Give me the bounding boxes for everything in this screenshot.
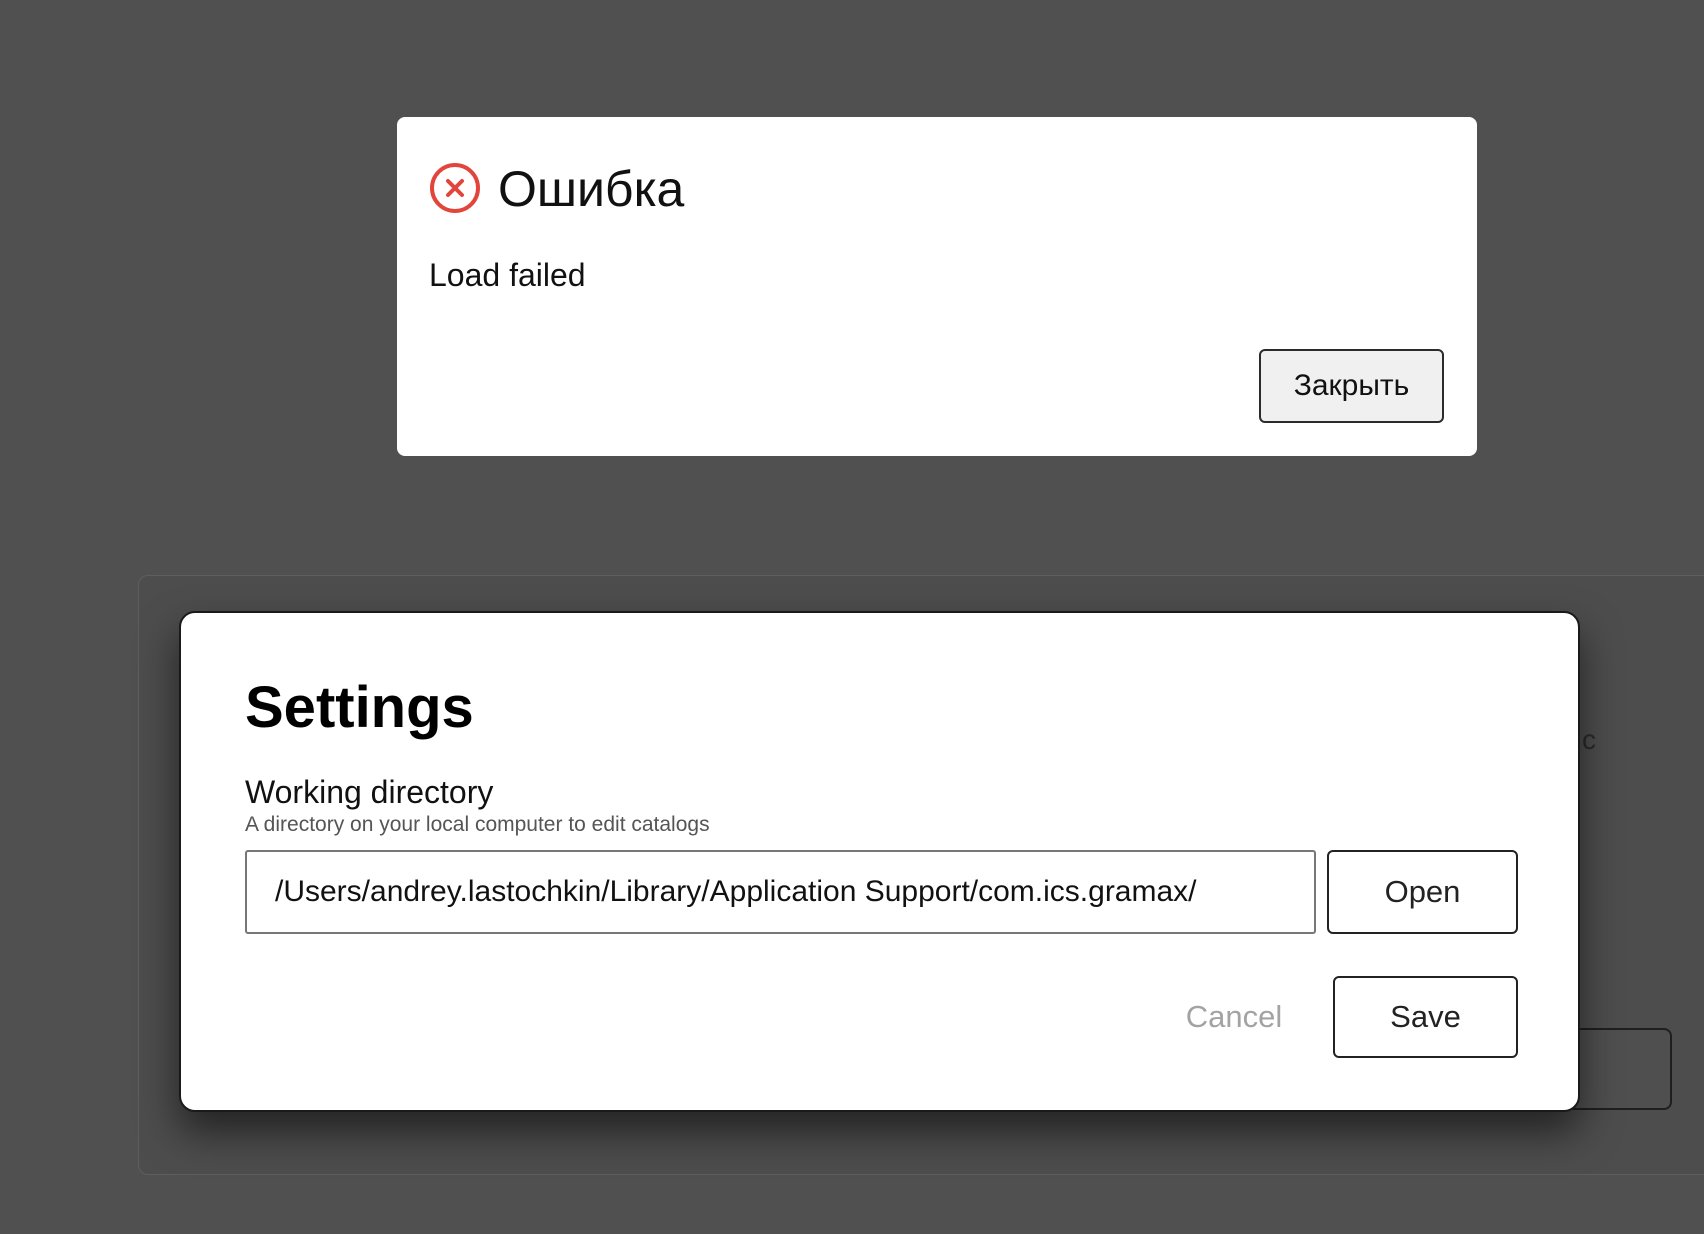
open-button[interactable]: Open [1327, 850, 1518, 934]
settings-title: Settings [245, 675, 474, 740]
save-button[interactable]: Save [1333, 976, 1518, 1058]
settings-dialog: Settings Working directory A directory o… [179, 611, 1580, 1112]
background-button [1570, 1028, 1672, 1110]
working-directory-input[interactable] [245, 850, 1316, 934]
error-circle-x-icon [429, 162, 481, 214]
error-dialog: Ошибка Load failed Закрыть [397, 117, 1477, 456]
working-directory-label: Working directory [245, 774, 494, 810]
error-title: Ошибка [498, 161, 685, 217]
background-partial-text: c [1582, 724, 1596, 755]
cancel-button[interactable]: Cancel [1159, 976, 1309, 1058]
error-message: Load failed [429, 257, 586, 293]
working-directory-hint: A directory on your local computer to ed… [245, 813, 710, 836]
close-button[interactable]: Закрыть [1259, 349, 1444, 423]
